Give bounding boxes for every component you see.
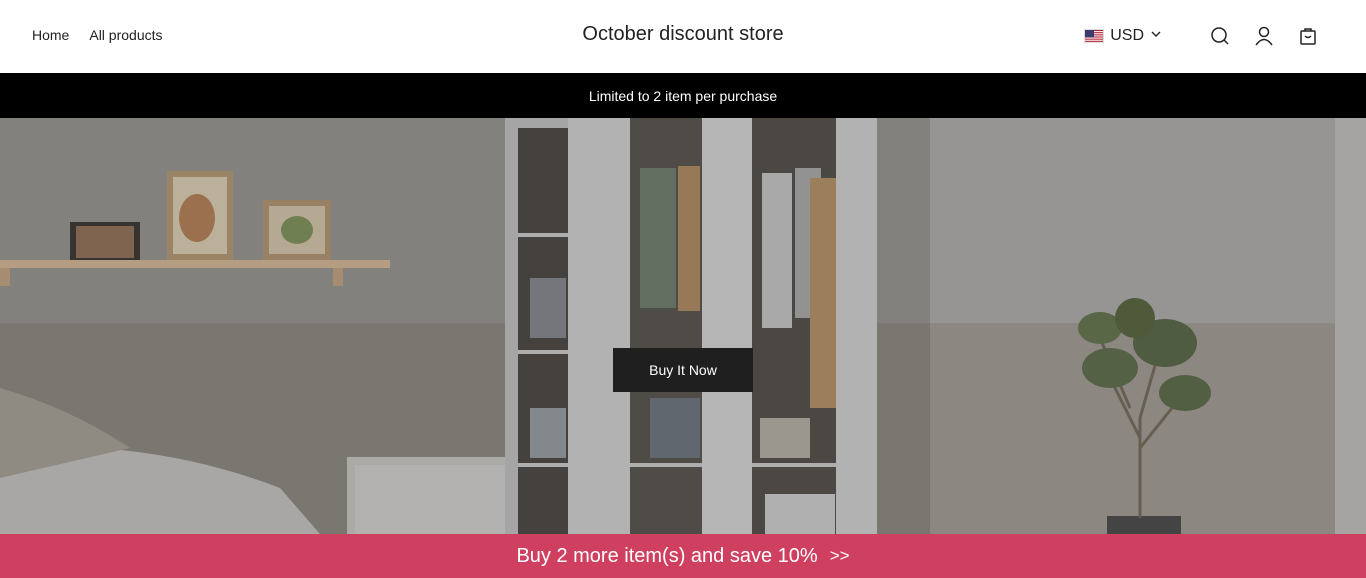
currency-selector[interactable]: USD: [1084, 27, 1162, 45]
search-icon[interactable]: [1206, 22, 1234, 50]
hero-banner: Buy It Now: [0, 118, 1366, 534]
us-flag-icon: [1084, 29, 1105, 43]
user-icon[interactable]: [1250, 22, 1278, 50]
announcement-bar: Limited to 2 item per purchase: [0, 73, 1366, 118]
currency-code: USD: [1110, 27, 1144, 44]
promo-text: Buy 2 more item(s) and save 10%: [516, 544, 818, 567]
site-header: Home All products October discount store…: [0, 0, 1366, 73]
promo-bar[interactable]: Buy 2 more item(s) and save 10% >>: [0, 534, 1366, 578]
buy-it-now-button[interactable]: Buy It Now: [613, 348, 753, 392]
cart-icon[interactable]: [1294, 22, 1322, 50]
chevron-down-icon: [1150, 27, 1162, 45]
promo-arrows: >>: [829, 546, 850, 565]
header-actions: USD: [1084, 22, 1322, 50]
announcement-text: Limited to 2 item per purchase: [588, 87, 778, 104]
hero-image: [0, 118, 1366, 534]
